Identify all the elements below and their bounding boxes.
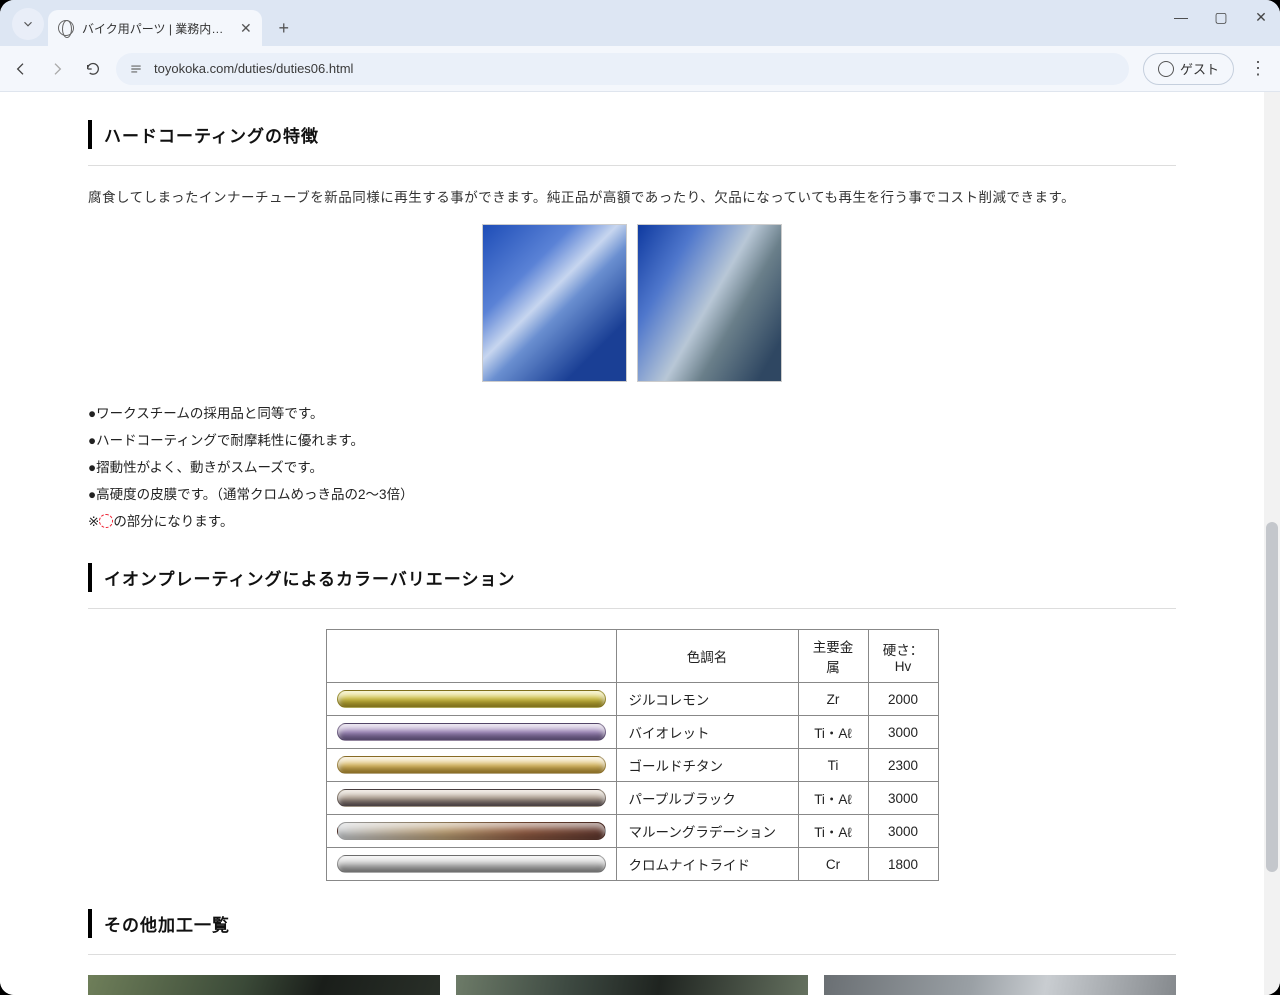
processing-image-2[interactable] <box>456 975 808 995</box>
th-tone: 色調名 <box>616 630 798 683</box>
tube-sample-icon <box>337 822 606 840</box>
bullet-item: ●ハードコーティングで耐摩耗性に優れます。 <box>88 427 1176 454</box>
bullet-item: ●摺動性がよく、動きがスムーズです。 <box>88 454 1176 481</box>
browser-toolbar: toyokoka.com/duties/duties06.html ゲスト ⋮ <box>0 46 1280 92</box>
th-sample <box>326 630 616 683</box>
tab-close-button[interactable]: ✕ <box>240 20 252 37</box>
close-window-button[interactable]: ✕ <box>1252 8 1270 26</box>
table-row: マルーングラデーションTi・Aℓ3000 <box>326 815 938 848</box>
browser-menu-button[interactable]: ⋮ <box>1248 58 1268 79</box>
window-controls: — ▢ ✕ <box>1172 8 1270 26</box>
site-info-icon[interactable] <box>128 61 144 77</box>
table-row: パープルブラックTi・Aℓ3000 <box>326 782 938 815</box>
minimize-button[interactable]: — <box>1172 8 1190 26</box>
processing-cards <box>88 975 1176 995</box>
hardness-cell: 2000 <box>868 683 938 716</box>
red-dashed-circle-icon <box>99 514 113 528</box>
chevron-down-icon <box>21 17 35 31</box>
feature-bullets: ●ワークスチームの採用品と同等です。 ●ハードコーティングで耐摩耗性に優れます。… <box>88 400 1176 535</box>
globe-icon <box>58 20 74 36</box>
url-text: toyokoka.com/duties/duties06.html <box>154 61 353 76</box>
browser-tab[interactable]: バイク用パーツ | 業務内容 | 株式会 ✕ <box>48 10 262 46</box>
metal-cell: Ti・Aℓ <box>798 782 868 815</box>
arrow-left-icon <box>13 61 29 77</box>
divider <box>88 165 1176 166</box>
scrollbar-thumb[interactable] <box>1266 522 1278 872</box>
person-icon <box>1158 61 1174 77</box>
profile-button[interactable]: ゲスト <box>1143 53 1234 85</box>
metal-cell: Zr <box>798 683 868 716</box>
metal-cell: Cr <box>798 848 868 881</box>
reload-button[interactable] <box>84 60 102 78</box>
forward-button[interactable] <box>48 60 66 78</box>
sample-cell <box>326 683 616 716</box>
tab-strip: バイク用パーツ | 業務内容 | 株式会 ✕ + — ▢ ✕ <box>0 0 1280 46</box>
divider <box>88 608 1176 609</box>
sample-cell <box>326 848 616 881</box>
tube-sample-icon <box>337 690 606 708</box>
new-tab-button[interactable]: + <box>270 14 298 42</box>
image-row <box>88 224 1176 382</box>
processing-image-1[interactable] <box>88 975 440 995</box>
tube-sample-icon <box>337 789 606 807</box>
section-title-ionplating: イオンプレーティングによるカラーバリエーション <box>88 563 1176 592</box>
table-row: ゴールドチタンTi2300 <box>326 749 938 782</box>
arrow-right-icon <box>49 61 65 77</box>
tab-title: バイク用パーツ | 業務内容 | 株式会 <box>82 20 232 37</box>
processing-image-3[interactable] <box>824 975 1176 995</box>
section-title-other: その他加工一覧 <box>88 909 1176 938</box>
tube-sample-icon <box>337 723 606 741</box>
tube-sample-icon <box>337 855 606 873</box>
maximize-button[interactable]: ▢ <box>1212 8 1230 26</box>
sample-cell <box>326 749 616 782</box>
metal-cell: Ti・Aℓ <box>798 815 868 848</box>
scrollbar-track[interactable] <box>1264 92 1280 995</box>
bullet-note: ※の部分になります。 <box>88 508 1176 535</box>
page-content: ハードコーティングの特徴 腐食してしまったインナーチューブを新品同様に再生する事… <box>0 92 1264 995</box>
hardness-cell: 3000 <box>868 716 938 749</box>
hardness-cell: 2300 <box>868 749 938 782</box>
reload-icon <box>85 61 101 77</box>
tab-search-button[interactable] <box>12 8 44 40</box>
table-row: ジルコレモンZr2000 <box>326 683 938 716</box>
tone-cell: バイオレット <box>616 716 798 749</box>
metal-cell: Ti <box>798 749 868 782</box>
viewport: ハードコーティングの特徴 腐食してしまったインナーチューブを新品同様に再生する事… <box>0 92 1280 995</box>
sample-cell <box>326 716 616 749</box>
tone-cell: マルーングラデーション <box>616 815 798 848</box>
bullet-item: ●高硬度の皮膜です。（通常クロムめっき品の2〜3倍） <box>88 481 1176 508</box>
th-metal: 主要金属 <box>798 630 868 683</box>
sample-cell <box>326 782 616 815</box>
hardness-cell: 3000 <box>868 815 938 848</box>
th-hardness: 硬さ：Hv <box>868 630 938 683</box>
color-variation-table: 色調名 主要金属 硬さ：Hv ジルコレモンZr2000バイオレットTi・Aℓ30… <box>326 629 939 881</box>
tone-cell: ジルコレモン <box>616 683 798 716</box>
table-header-row: 色調名 主要金属 硬さ：Hv <box>326 630 938 683</box>
bullet-item: ●ワークスチームの採用品と同等です。 <box>88 400 1176 427</box>
divider <box>88 954 1176 955</box>
tone-cell: クロムナイトライド <box>616 848 798 881</box>
tube-sample-icon <box>337 756 606 774</box>
tone-cell: ゴールドチタン <box>616 749 798 782</box>
sample-cell <box>326 815 616 848</box>
profile-label: ゲスト <box>1180 59 1219 78</box>
hardness-cell: 3000 <box>868 782 938 815</box>
section-title-hardcoating: ハードコーティングの特徴 <box>88 120 1176 149</box>
hardness-cell: 1800 <box>868 848 938 881</box>
nav-buttons <box>12 60 102 78</box>
table-row: クロムナイトライドCr1800 <box>326 848 938 881</box>
motorcycle-image-2 <box>637 224 782 382</box>
browser-window: バイク用パーツ | 業務内容 | 株式会 ✕ + — ▢ ✕ toyokoka.… <box>0 0 1280 995</box>
back-button[interactable] <box>12 60 30 78</box>
tone-cell: パープルブラック <box>616 782 798 815</box>
lead-paragraph: 腐食してしまったインナーチューブを新品同様に再生する事ができます。純正品が高額で… <box>88 186 1176 206</box>
motorcycle-image-1 <box>482 224 627 382</box>
metal-cell: Ti・Aℓ <box>798 716 868 749</box>
address-bar[interactable]: toyokoka.com/duties/duties06.html <box>116 53 1129 85</box>
table-row: バイオレットTi・Aℓ3000 <box>326 716 938 749</box>
